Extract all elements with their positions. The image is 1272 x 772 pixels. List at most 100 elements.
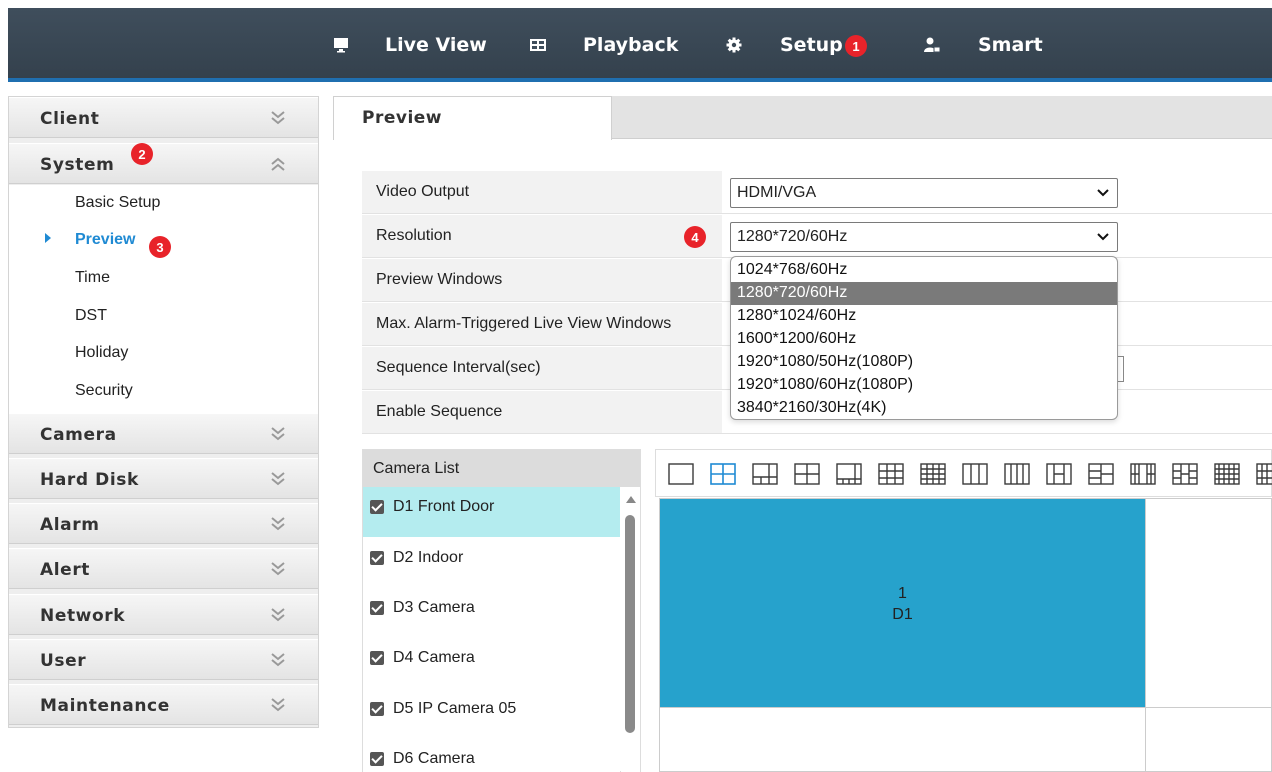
chevron-down-icon (271, 111, 285, 125)
sidebar-section-user[interactable]: User (9, 639, 318, 680)
camera-list-item[interactable]: D5 IP Camera 05 (363, 689, 620, 739)
sidebar-section-client[interactable]: Client (9, 97, 318, 138)
video-output-select[interactable]: HDMI/VGA (730, 178, 1118, 208)
sidebar-section-hard-disk[interactable]: Hard Disk (9, 458, 318, 499)
resolution-option[interactable]: 1920*1080/50Hz(1080P) (731, 351, 1117, 374)
camera-list-item[interactable]: D3 Camera (363, 588, 620, 638)
person-lock-icon (924, 37, 940, 53)
nav-live-view[interactable]: Live View (333, 8, 487, 82)
tab-preview-label: Preview (362, 108, 443, 128)
camera-list-item[interactable]: D1 Front Door (363, 487, 620, 537)
scroll-up-arrow-icon[interactable] (626, 496, 636, 503)
sidebar-section-label: Maintenance (40, 696, 170, 716)
layout-7-icon[interactable] (836, 463, 862, 485)
sidebar: Client System 2 Basic Setup Preview Time… (8, 96, 319, 728)
nav-live-view-label: Live View (385, 34, 487, 56)
scrollbar-thumb[interactable] (625, 515, 635, 733)
camera-checkbox[interactable] (370, 601, 384, 615)
resolution-value: 1280*720/60Hz (737, 228, 848, 245)
monitor-icon (334, 38, 348, 53)
camera-name: D4 Camera (393, 649, 475, 666)
sidebar-section-alarm[interactable]: Alarm (9, 503, 318, 544)
enable-sequence-label: Enable Sequence (362, 391, 722, 433)
chevron-down-icon (271, 472, 285, 486)
step-badge-3: 3 (149, 236, 171, 258)
nav-smart-label: Smart (978, 34, 1043, 56)
resolution-option[interactable]: 1280*1024/60Hz (731, 305, 1117, 328)
camera-list-panel: Camera List D1 Front Door D2 Indoor D3 C… (362, 449, 641, 772)
layout-12-icon[interactable] (1130, 463, 1156, 485)
gear-icon (726, 37, 742, 53)
camera-list-item[interactable]: D4 Camera (363, 638, 620, 688)
camera-checkbox[interactable] (370, 702, 384, 716)
video-output-label: Video Output (362, 171, 722, 213)
chevron-down-icon (271, 427, 285, 441)
sidebar-section-maintenance[interactable]: Maintenance (9, 684, 318, 725)
window-number: 1 (898, 585, 907, 602)
camera-checkbox[interactable] (370, 551, 384, 565)
sidebar-section-alert[interactable]: Alert (9, 548, 318, 589)
sidebar-item-preview[interactable]: Preview (75, 231, 135, 249)
layout-13-icon[interactable] (1172, 463, 1198, 485)
sidebar-section-system[interactable]: System (9, 143, 318, 184)
camera-list-item[interactable]: D6 Camera (363, 739, 620, 772)
resolution-option-highlighted[interactable]: 1280*720/60Hz (731, 282, 1117, 305)
sidebar-section-network[interactable]: Network (9, 594, 318, 635)
chevron-down-icon (271, 653, 285, 667)
sidebar-section-label: Hard Disk (40, 470, 139, 490)
layout-8-icon[interactable] (794, 463, 820, 485)
top-navigation-bar: Live View Playback Setup 1 Smart (8, 8, 1272, 82)
camera-checkbox[interactable] (370, 500, 384, 514)
camera-name: D1 Front Door (393, 498, 495, 515)
resolution-label: Resolution (362, 215, 722, 257)
video-output-value: HDMI/VGA (737, 184, 817, 201)
chevron-down-icon (1097, 233, 1109, 241)
nav-playback-label: Playback (583, 34, 679, 56)
nav-smart[interactable]: Smart (924, 8, 1043, 82)
sidebar-item-basic-setup[interactable]: Basic Setup (75, 194, 160, 212)
sidebar-section-label: Alarm (40, 515, 100, 535)
layout-25-icon[interactable] (1214, 463, 1240, 485)
sidebar-item-security[interactable]: Security (75, 382, 133, 400)
active-item-arrow-icon (45, 233, 51, 243)
sidebar-item-time[interactable]: Time (75, 269, 110, 287)
resolution-option[interactable]: 1024*768/60Hz (731, 259, 1117, 282)
preview-window-selected[interactable]: 1 D1 (660, 499, 1145, 707)
layout-5-icon[interactable] (1046, 463, 1072, 485)
layout-6-icon[interactable] (752, 463, 778, 485)
nav-playback[interactable]: Playback (530, 8, 678, 82)
form-row-resolution: Resolution 1280*720/60Hz (362, 215, 1272, 258)
sidebar-section-label: System (40, 155, 115, 175)
nav-setup[interactable]: Setup (726, 8, 843, 82)
camera-checkbox[interactable] (370, 651, 384, 665)
tab-bar: Preview (333, 96, 1272, 140)
form-row-video-output: Video Output HDMI/VGA (362, 171, 1272, 214)
resolution-option[interactable]: 3840*2160/30Hz(4K) (731, 397, 1117, 420)
camera-list-item[interactable]: D2 Indoor (363, 538, 620, 588)
tab-preview[interactable]: Preview (333, 96, 612, 140)
resolution-option[interactable]: 1600*1200/60Hz (731, 328, 1117, 351)
step-badge-4: 4 (684, 226, 706, 248)
layout-4-icon[interactable] (710, 463, 736, 485)
layout-1-icon[interactable] (668, 463, 694, 485)
grid-divider (660, 707, 1272, 708)
resolution-select[interactable]: 1280*720/60Hz (730, 222, 1118, 252)
resolution-option[interactable]: 1920*1080/60Hz(1080P) (731, 374, 1117, 397)
layout-16-icon[interactable] (920, 463, 946, 485)
sidebar-item-dst[interactable]: DST (75, 307, 107, 325)
sidebar-section-camera[interactable]: Camera (9, 413, 318, 454)
layout-10-icon[interactable] (1088, 463, 1114, 485)
layout-9-icon[interactable] (878, 463, 904, 485)
sidebar-section-label: Client (40, 109, 100, 129)
layout-more-icon[interactable] (1256, 463, 1272, 485)
camera-list-scrollbar[interactable] (621, 487, 640, 772)
chevron-down-icon (271, 698, 285, 712)
chevron-down-icon (271, 562, 285, 576)
camera-list-header: Camera List (363, 450, 640, 487)
sidebar-item-holiday[interactable]: Holiday (75, 344, 128, 362)
camera-name: D6 Camera (393, 750, 475, 767)
step-badge-1: 1 (845, 35, 867, 57)
layout-3-icon[interactable] (962, 463, 988, 485)
camera-checkbox[interactable] (370, 752, 384, 766)
layout-4-column-icon[interactable] (1004, 463, 1030, 485)
